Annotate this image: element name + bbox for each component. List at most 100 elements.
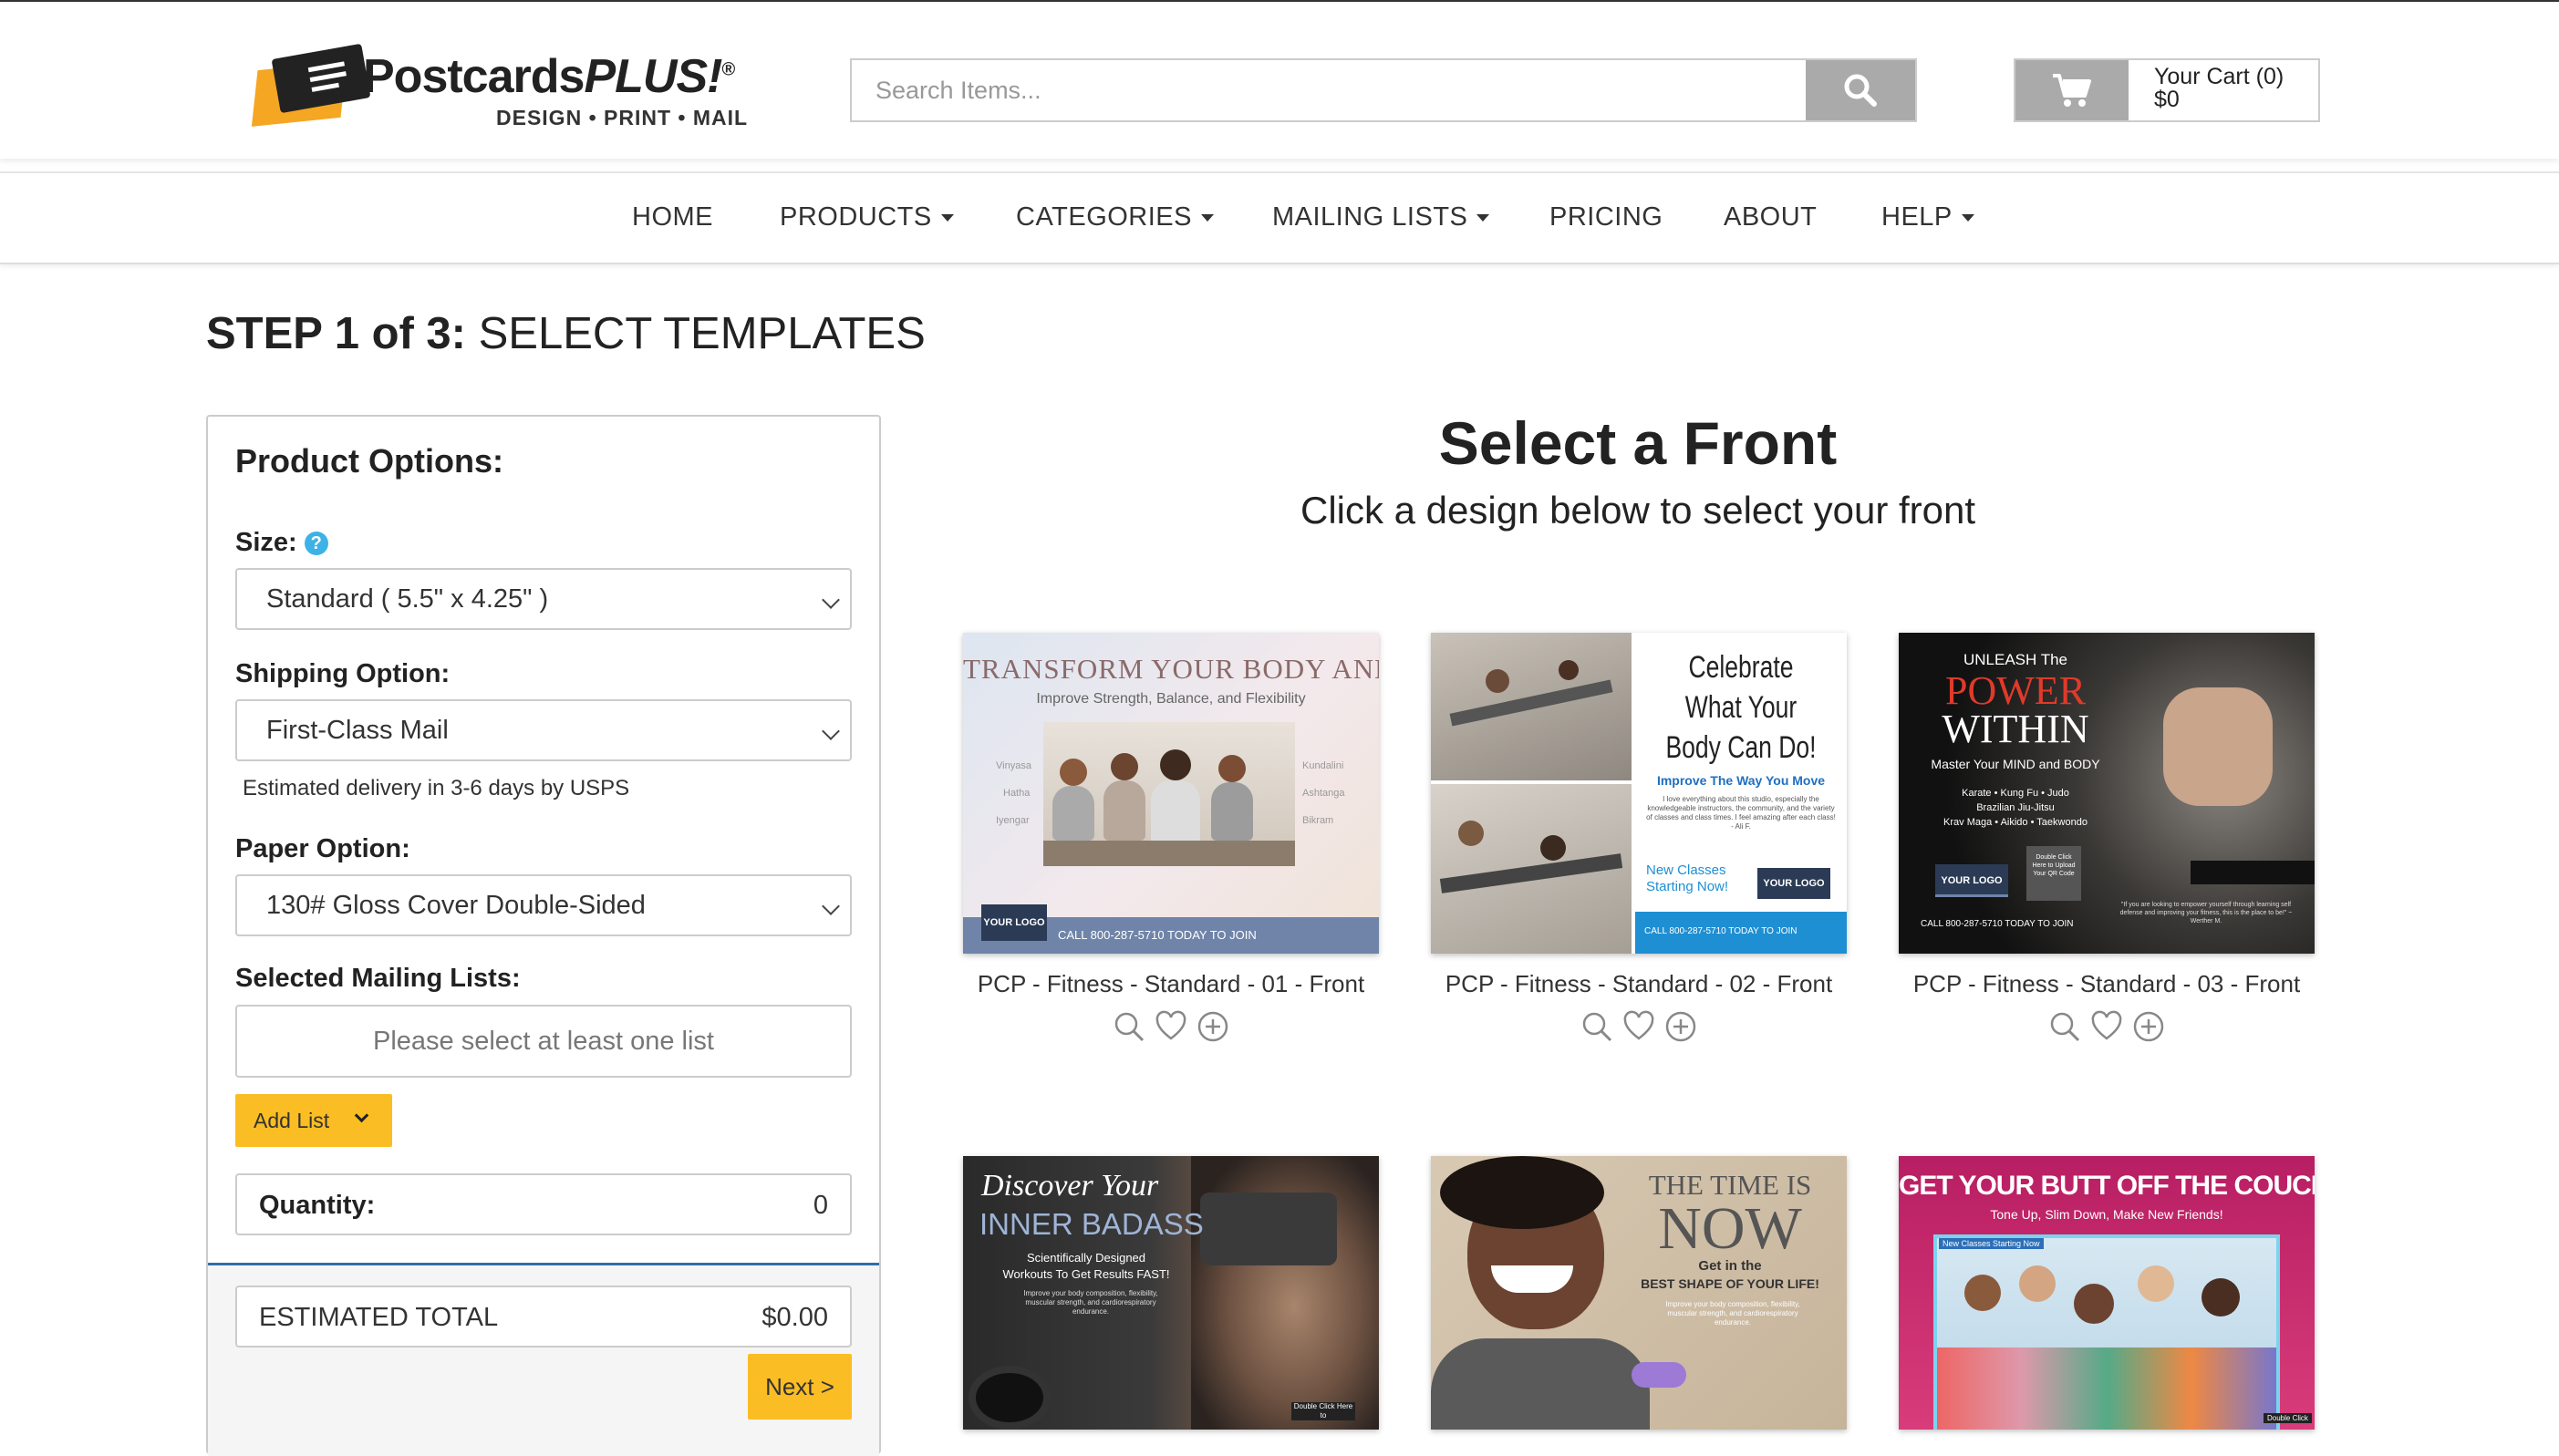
quantity-label: Quantity:	[259, 1191, 376, 1220]
chevron-down-icon	[822, 591, 840, 609]
template-text: Master Your MIND and BODY	[1931, 757, 2100, 771]
add-icon[interactable]	[2130, 1008, 2167, 1045]
help-icon[interactable]: ?	[304, 532, 328, 556]
nav-mailing-lists[interactable]: MAILING LISTS	[1272, 202, 1490, 232]
shipping-label: Shipping Option:	[235, 659, 451, 688]
template-text: Get in the	[1698, 1258, 1762, 1274]
template-text: Brazilian Jiu-Jitsu	[1976, 802, 2055, 813]
logo-wordmark: PostcardsPLUS!®	[363, 50, 735, 103]
template-text: CALL 800-287-5710 TODAY TO JOIN	[1644, 926, 1798, 936]
nav-categories[interactable]: CATEGORIES	[1016, 202, 1214, 232]
heart-icon[interactable]	[1621, 1008, 1657, 1045]
caret-down-icon	[940, 214, 954, 222]
template-text: New Classes Starting Now	[1939, 1238, 2044, 1249]
template-text: Krav Maga • Aikido • Taekwondo	[1943, 817, 2088, 828]
size-select[interactable]: Standard ( 5.5" x 4.25" )	[235, 568, 852, 630]
search-button[interactable]	[1806, 60, 1915, 120]
template-thumbnail[interactable]: TRANSFORM YOUR BODY AND MIND Improve Str…	[963, 633, 1379, 954]
template-text: Iyengar	[996, 815, 1030, 826]
template-text: I love everything about this studio, esp…	[1646, 795, 1836, 831]
nav-help[interactable]: HELP	[1881, 202, 1974, 232]
search-icon	[1844, 74, 1877, 107]
search-input[interactable]	[852, 60, 1809, 120]
template-thumbnail[interactable]: THE TIME IS NOW Get in the BEST SHAPE OF…	[1431, 1156, 1847, 1430]
template-text: Tone Up, Slim Down, Make New Friends!	[1990, 1207, 2223, 1222]
site-logo[interactable]: PostcardsPLUS!® DESIGN • PRINT • MAIL	[251, 43, 784, 139]
total-value: $0.00	[761, 1303, 828, 1332]
total-label: ESTIMATED TOTAL	[259, 1303, 499, 1332]
nav-products[interactable]: PRODUCTS	[780, 202, 954, 232]
template-card[interactable]: GET YOUR BUTT OFF THE COUCH Tone Up, Sli…	[1899, 1156, 2315, 1430]
template-headline: INNER BADASS	[979, 1207, 1204, 1241]
caret-down-icon	[1961, 214, 1974, 222]
cart-amount: $0	[2154, 87, 2180, 112]
template-logo-box: YOUR LOGO	[1935, 864, 2008, 897]
template-text: Karate • Kung Fu • Judo	[1962, 788, 2069, 799]
template-photo	[1043, 722, 1295, 866]
nav-home[interactable]: HOME	[632, 202, 713, 232]
template-text: Workouts To Get Results FAST!	[1002, 1267, 1170, 1281]
template-card[interactable]: TRANSFORM YOUR BODY AND MIND Improve Str…	[963, 633, 1379, 1045]
template-text: Kundalini	[1302, 760, 1344, 771]
heart-icon[interactable]	[1153, 1008, 1189, 1045]
cart-widget[interactable]: Your Cart (0) $0	[2014, 58, 2320, 122]
zoom-icon[interactable]	[1111, 1008, 1147, 1045]
section-heading: Select a Front	[1438, 409, 1838, 477]
nav-about[interactable]: ABOUT	[1724, 202, 1817, 232]
template-text: Double Click Here to	[1291, 1402, 1355, 1420]
qr-placeholder: Double Click Here to Upload Your QR Code	[2026, 846, 2081, 901]
product-options-panel: Product Options: Size:? Standard ( 5.5" …	[206, 415, 881, 1456]
template-text: Ashtanga	[1302, 788, 1345, 799]
nav-pricing[interactable]: PRICING	[1549, 202, 1663, 232]
heart-icon[interactable]	[2088, 1008, 2125, 1045]
template-headline: GET YOUR BUTT OFF THE COUCH	[1899, 1171, 2315, 1201]
panel-footer: ESTIMATED TOTAL $0.00 Next >	[208, 1263, 879, 1456]
template-text: New Classes Starting Now!	[1646, 862, 1729, 894]
template-photo	[1431, 784, 1632, 954]
chevron-down-icon	[354, 1108, 369, 1123]
chevron-down-icon	[822, 897, 840, 915]
quantity-value: 0	[813, 1191, 828, 1220]
template-logo-box: YOUR LOGO	[1757, 868, 1830, 899]
template-caption: PCP - Fitness - Standard - 01 - Front	[977, 970, 1365, 997]
template-card[interactable]: UNLEASH The POWER WITHIN Master Your MIN…	[1899, 633, 2315, 1045]
template-card[interactable]: Celebrate What Your Body Can Do! Improve T…	[1431, 633, 1847, 1045]
panel-heading: Product Options:	[235, 442, 503, 480]
template-text: Hatha	[1003, 788, 1031, 799]
template-photo	[1431, 633, 1632, 780]
template-photo	[2163, 687, 2273, 806]
section-subheading: Click a design below to select your fron…	[1300, 489, 1976, 532]
template-text: Improve The Way You Move	[1656, 773, 1826, 788]
template-thumbnail[interactable]: Celebrate What Your Body Can Do! Improve T…	[1431, 633, 1847, 954]
template-text: BEST SHAPE OF YOUR LIFE!	[1641, 1276, 1819, 1291]
template-logo-box: YOUR LOGO	[981, 904, 1047, 941]
template-text: UNLEASH The	[1963, 651, 2067, 668]
next-button[interactable]: Next >	[748, 1354, 852, 1420]
template-caption: PCP - Fitness - Standard - 03 - Front	[1912, 970, 2301, 997]
site-header: PostcardsPLUS!® DESIGN • PRINT • MAIL Yo…	[0, 0, 2559, 159]
zoom-icon[interactable]	[2046, 1008, 2083, 1045]
cart-icon	[2015, 60, 2129, 120]
template-thumbnail[interactable]: Discover Your INNER BADASS Scientificall…	[963, 1156, 1379, 1430]
add-icon[interactable]	[1195, 1008, 1231, 1045]
mailing-list-box[interactable]: Please select at least one list	[235, 1005, 852, 1078]
template-headline: NOW	[1658, 1195, 1802, 1262]
template-card[interactable]: Discover Your INNER BADASS Scientificall…	[963, 1156, 1379, 1430]
template-card[interactable]: THE TIME IS NOW Get in the BEST SHAPE OF…	[1431, 1156, 1847, 1430]
search-bar	[850, 58, 1917, 122]
template-actions	[963, 1008, 1379, 1045]
template-thumbnail[interactable]: GET YOUR BUTT OFF THE COUCH Tone Up, Sli…	[1899, 1156, 2315, 1430]
caret-down-icon	[1201, 214, 1214, 222]
cart-count: Your Cart (0)	[2154, 64, 2284, 89]
zoom-icon[interactable]	[1579, 1008, 1615, 1045]
add-list-button[interactable]: Add List	[235, 1094, 392, 1147]
template-thumbnail[interactable]: UNLEASH The POWER WITHIN Master Your MIN…	[1899, 633, 2315, 954]
template-headline: WITHIN	[1942, 707, 2089, 751]
template-headline: TRANSFORM YOUR BODY AND MIND	[963, 653, 1379, 685]
shipping-select[interactable]: First-Class Mail	[235, 699, 852, 761]
template-caption: PCP - Fitness - Standard - 02 - Front	[1445, 970, 1833, 997]
paper-select[interactable]: 130# Gloss Cover Double-Sided	[235, 874, 852, 936]
quantity-field[interactable]: Quantity: 0	[235, 1173, 852, 1235]
add-icon[interactable]	[1663, 1008, 1699, 1045]
template-text: Scientifically Designed	[1026, 1251, 1146, 1265]
